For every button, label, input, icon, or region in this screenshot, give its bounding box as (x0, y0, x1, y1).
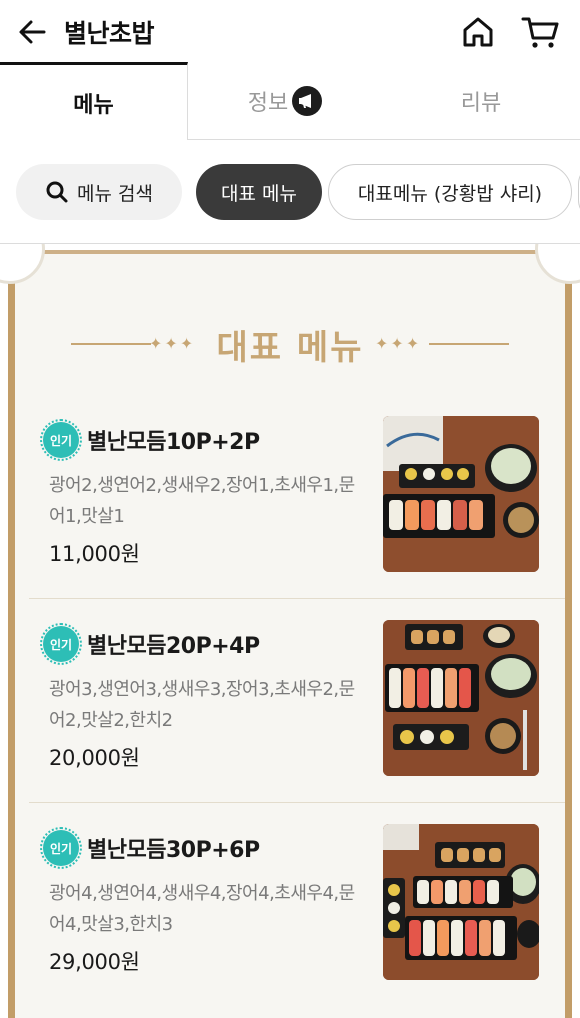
chip-signature-menu[interactable]: 대표 메뉴 (196, 164, 322, 220)
diamond-ornament-icon: ✦✦✦ (375, 334, 422, 353)
divider (429, 343, 509, 345)
tab-menu[interactable]: 메뉴 (0, 62, 188, 140)
search-icon (46, 181, 68, 203)
tab-bar: 메뉴 정보 리뷰 (0, 62, 580, 140)
menu-board-area: ✦✦✦ 대표 메뉴 ✦✦✦ 인기 별난모듬10P+2P 광어2,생연어2,생새우… (0, 244, 580, 1018)
tab-review[interactable]: 리뷰 (382, 62, 580, 140)
menu-item-description: 광어3,생연어3,생새우3,장어3,초새우2,문어2,맛살2,한치2 (49, 679, 355, 731)
menu-search-button[interactable]: 메뉴 검색 (16, 164, 182, 220)
app-header: 별난초밥 (0, 0, 580, 64)
board-corner (535, 244, 580, 284)
menu-item[interactable]: 인기 별난모듬30P+6P 광어4,생연어4,생새우4,장어4,초새우4,문어4… (29, 802, 565, 1005)
menu-search-label: 메뉴 검색 (77, 182, 153, 205)
tab-review-label: 리뷰 (460, 91, 502, 116)
menu-item-photo (383, 620, 539, 776)
tab-menu-label: 메뉴 (73, 92, 114, 118)
menu-item-description: 광어4,생연어4,생새우4,장어4,초새우4,문어4,맛살3,한치3 (49, 883, 355, 935)
menu-board: ✦✦✦ 대표 메뉴 ✦✦✦ 인기 별난모듬10P+2P 광어2,생연어2,생새우… (0, 244, 580, 1018)
menu-item[interactable]: 인기 별난모듬20P+4P 광어3,생연어3,생새우3,장어3,초새우2,문어2… (29, 598, 565, 801)
menu-item-price: 29,000원 (49, 950, 140, 974)
menu-item-photo (383, 824, 539, 980)
tab-info[interactable]: 정보 (188, 62, 382, 140)
megaphone-icon (292, 86, 323, 116)
arrow-left-icon[interactable] (16, 16, 48, 48)
cart-icon[interactable] (520, 14, 560, 50)
menu-item-photo (383, 416, 539, 572)
chip-label: 대표 메뉴 (221, 182, 297, 205)
menu-item-price: 11,000원 (49, 542, 140, 566)
chip-label: 대표메뉴 (강황밥 샤리) (357, 182, 543, 205)
popular-badge: 인기 (40, 827, 82, 869)
menu-item-price: 20,000원 (49, 746, 140, 770)
popular-badge: 인기 (40, 419, 82, 461)
page-title: 별난초밥 (64, 19, 155, 48)
menu-item[interactable]: 인기 별난모듬10P+2P 광어2,생연어2,생새우2,장어1,초새우1,문어1… (29, 394, 565, 597)
menu-item-name: 별난모듬20P+4P (87, 634, 260, 659)
popular-badge: 인기 (40, 623, 82, 665)
board-corner (0, 244, 45, 284)
category-chips: 메뉴 검색 대표 메뉴 대표메뉴 (강황밥 샤리) (0, 140, 580, 244)
menu-item-description: 광어2,생연어2,생새우2,장어1,초새우1,문어1,맛살1 (49, 475, 355, 527)
menu-item-name: 별난모듬30P+6P (87, 838, 260, 863)
menu-item-name: 별난모듬10P+2P (87, 430, 260, 455)
chip-signature-menu-turmeric[interactable]: 대표메뉴 (강황밥 샤리) (328, 164, 572, 220)
tab-info-label: 정보 (247, 91, 289, 116)
home-icon[interactable] (460, 14, 496, 50)
